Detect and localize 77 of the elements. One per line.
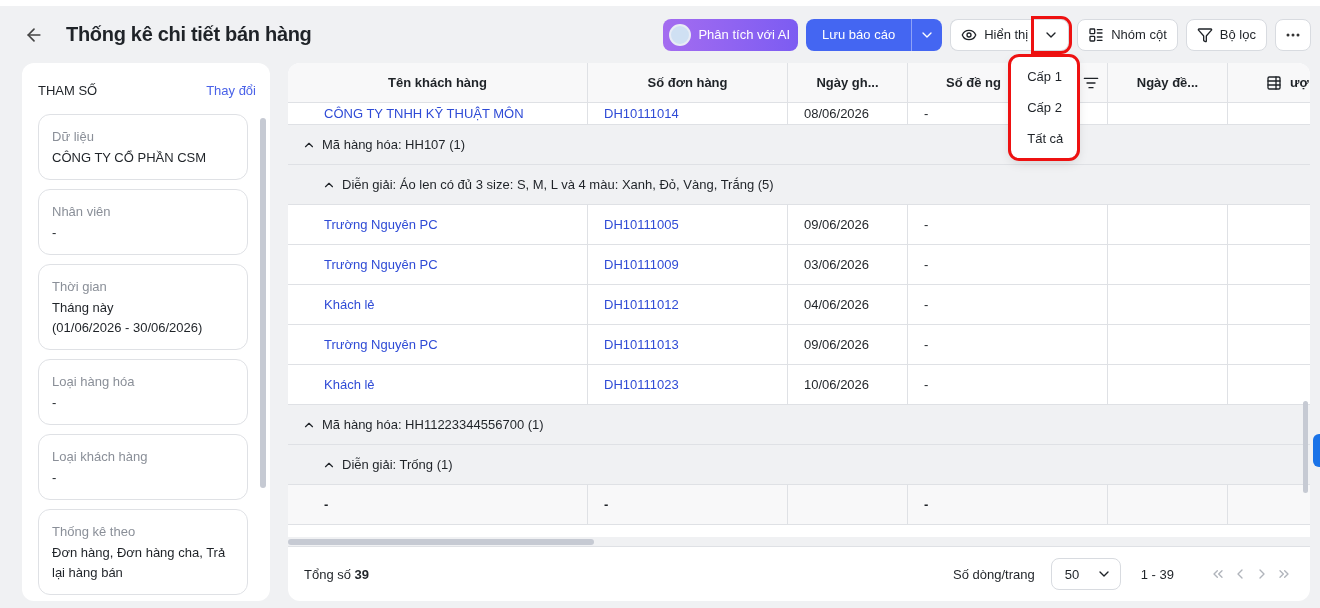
parameter-label: Loại hàng hóa [52,374,136,389]
table-cell: - [908,365,1108,404]
parameter-label: Loại khách hàng [52,449,149,464]
table-cell[interactable]: CÔNG TY TNHH KỸ THUẬT MÔN [288,103,588,124]
column-header: Tên khách hàng [388,75,487,90]
page-size-select[interactable]: 50 [1050,558,1121,590]
rows-per-page-label: Số dòng/trang [953,566,1035,582]
table-cell[interactable]: DH10111023 [588,365,788,404]
table-cell[interactable]: DH10111013 [588,325,788,364]
panel-title: THAM SỐ [38,83,98,98]
column-header: Ngày đề... [1136,75,1199,90]
total-count: Tổng số 39 [304,566,371,582]
table-cell[interactable]: DH10111009 [588,245,788,284]
parameter-label: Nhân viên [52,204,112,219]
page-title: Thống kê chi tiết bán hàng [66,23,313,46]
group-label: Diễn giải: Trống (1) [342,457,453,472]
parameter-value: - [52,469,58,487]
add-column-icon[interactable] [1266,74,1282,91]
parameter-label: Thời gian [52,279,108,294]
parameter-value: CÔNG TY CỔ PHẦN CSM [52,149,208,167]
avatar-icon [669,23,692,46]
group-label: Mã hàng hóa: HH107 (1) [322,137,466,152]
table-cell: - [288,485,588,524]
table-cell: 09/06/2026 [788,205,908,244]
table-cell: - [908,245,1108,284]
table-cell[interactable]: DH10111005 [588,205,788,244]
more-icon [1286,32,1300,37]
table-cell: 08/06/2026 [788,103,908,124]
table-cell: - [908,285,1108,324]
parameter-label: Dữ liệu [52,129,95,144]
table-cell: 09/06/2026 [788,325,908,364]
table-cell[interactable]: DH10111014 [588,103,788,124]
save-report-button[interactable]: Lưu báo cáo [806,18,912,51]
table-cell[interactable]: Khách lẻ [288,285,588,324]
group-row[interactable]: Diễn giải: Trống (1) [288,445,1310,485]
page-range: 1 - 39 [1140,566,1174,582]
side-handle[interactable] [1313,434,1320,467]
menu-item[interactable]: Cấp 1 [1011,60,1078,92]
table-cell: - [588,485,788,524]
column-header: Số đơn hàng [647,75,728,90]
filter-icon [1196,26,1213,43]
parameter-value: - [52,394,58,412]
more-button[interactable] [1275,18,1311,51]
menu-item[interactable]: Cấp 2 [1011,91,1078,123]
group-columns-button[interactable]: Nhóm cột [1077,18,1178,51]
group-label: Mã hàng hóa: HH11223344556700 (1) [322,417,544,432]
display-options-button[interactable] [1034,18,1070,51]
parameter-value: Đơn hàng, Đơn hàng cha, Trả lại hàng bán [52,544,227,582]
group-label: Diễn giải: Áo len có đủ 3 size: S, M, L và 4 màu: Xanh, Đỏ, Vàng, Trắng (5) [342,177,774,192]
column-header: Ngày gh... [816,75,879,90]
table-cell: 10/06/2026 [788,365,908,404]
column-header: ượ [1290,75,1309,90]
filter-button[interactable]: Bộ lọc [1185,18,1267,51]
table-cell: - [908,205,1108,244]
table-cell: - [908,325,1108,364]
table-cell: 04/06/2026 [788,285,908,324]
scrollbar[interactable] [260,118,266,488]
table-cell[interactable]: Trường Nguyên PC [288,205,588,244]
vertical-scrollbar[interactable] [1303,401,1308,493]
table-cell[interactable]: Trường Nguyên PC [288,325,588,364]
parameter-value: - [52,224,58,242]
table-cell[interactable]: DH10111012 [588,285,788,324]
horizontal-scrollbar[interactable] [288,539,594,545]
menu-item[interactable]: Tất cả [1011,122,1078,154]
ai-analysis-button[interactable]: Phân tích với AI [663,18,799,51]
table-cell: 03/06/2026 [788,245,908,284]
table-cell[interactable]: Khách lẻ [288,365,588,404]
save-options-button[interactable] [911,18,943,51]
group-row[interactable]: Mã hàng hóa: HH11223344556700 (1) [288,405,1310,445]
parameter-label: Thống kê theo [52,524,137,539]
columns-icon [1088,26,1105,43]
column-header: Số đề ng [946,75,1001,90]
parameter-value: Tháng này (01/06/2026 - 30/06/2026) [52,299,204,337]
table-cell: - [908,485,1108,524]
group-row[interactable]: Diễn giải: Áo len có đủ 3 size: S, M, L và 4 màu: Xanh, Đỏ, Vàng, Trắng (5) [288,165,1310,205]
change-link[interactable]: Thay đổi [206,83,256,98]
table-cell[interactable]: Trường Nguyên PC [288,245,588,284]
